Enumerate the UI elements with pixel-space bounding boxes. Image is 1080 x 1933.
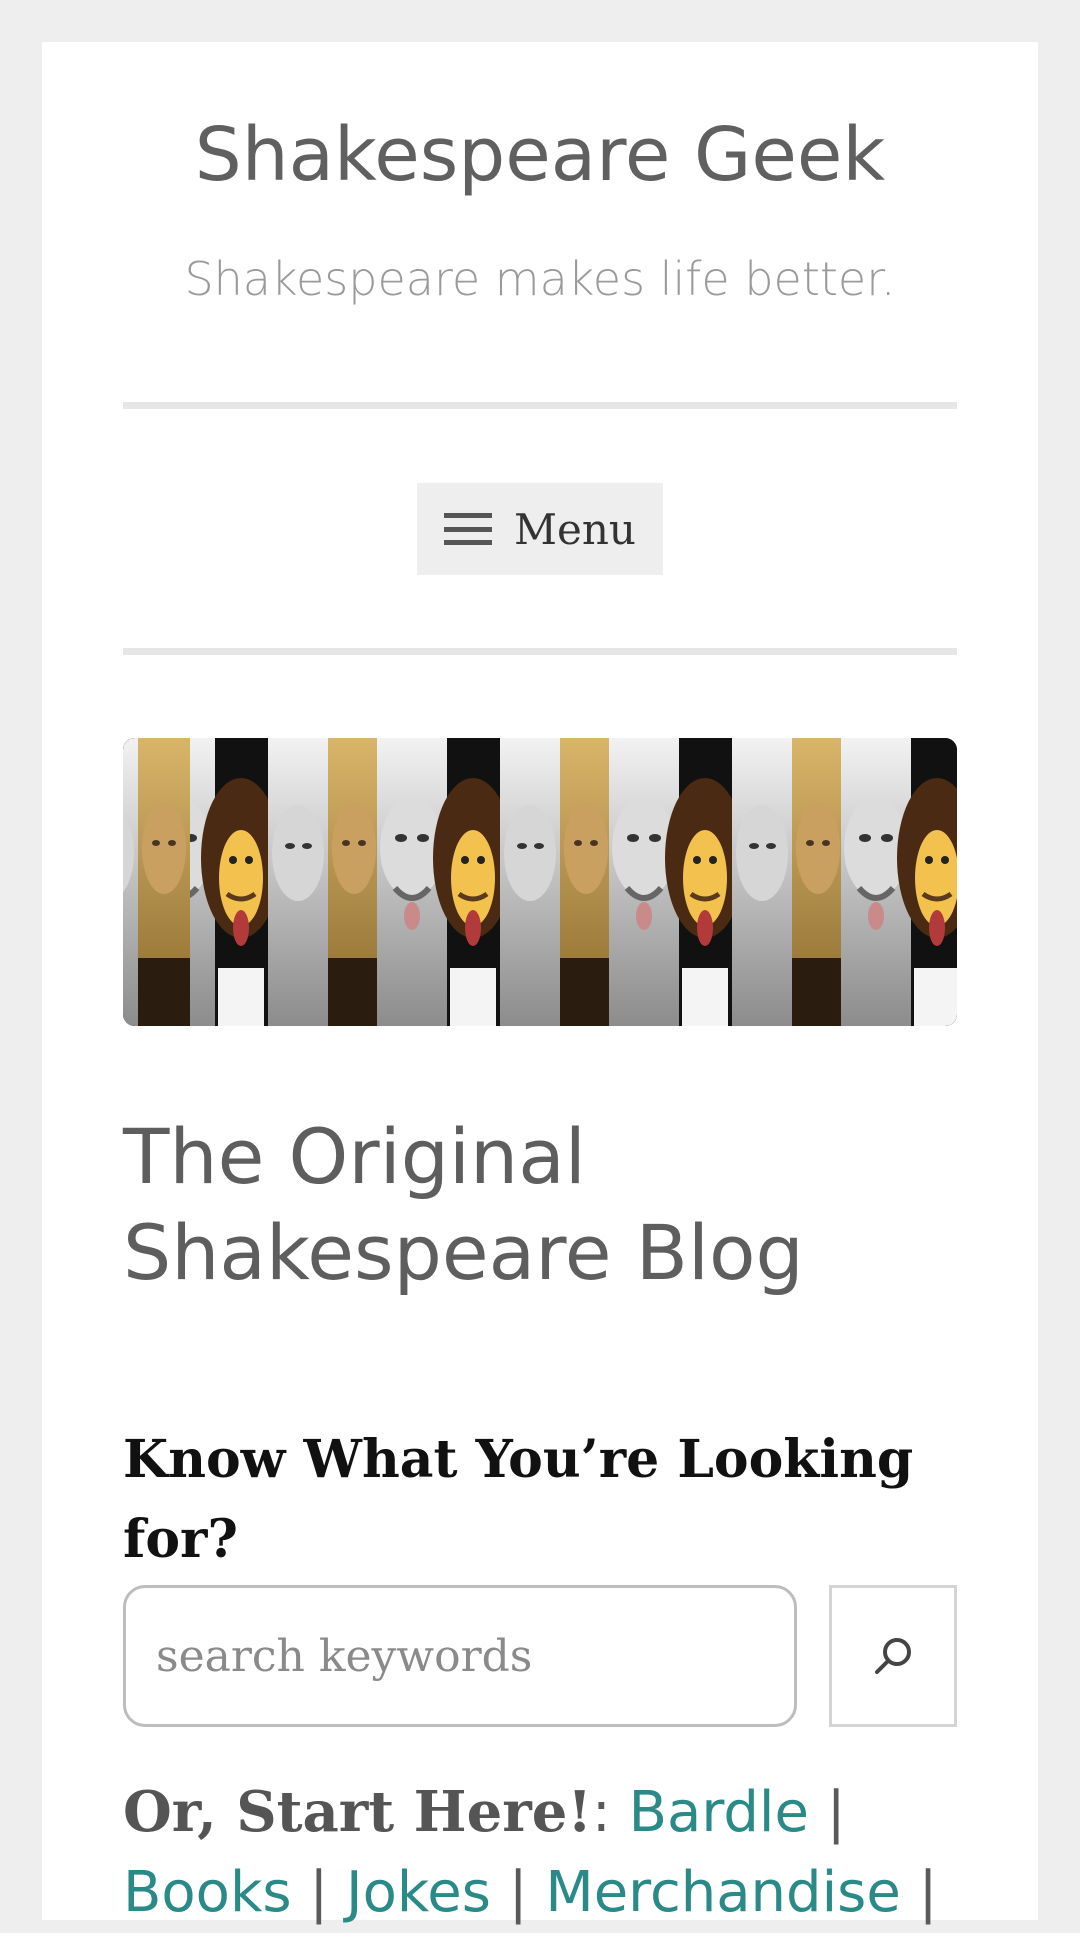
site-tagline: Shakespeare makes life better. (184, 252, 896, 306)
start-here-links: Or, Start Here!: Bardle | Books | Jokes … (123, 1772, 957, 1933)
link-books[interactable]: Books (123, 1860, 292, 1925)
link-jokes[interactable]: Jokes (346, 1860, 491, 1925)
link-separator: | (918, 1860, 938, 1925)
search-submit-button[interactable] (829, 1585, 957, 1727)
menu-toggle-button[interactable]: Menu (417, 483, 663, 575)
link-separator: | (309, 1860, 329, 1925)
link-separator: | (826, 1780, 846, 1845)
start-here-label: Or, Start Here! (123, 1779, 592, 1845)
link-separator: | (508, 1860, 528, 1925)
header-divider-bottom (123, 648, 957, 655)
link-merchandise[interactable]: Merchandise (545, 1860, 900, 1925)
search-input[interactable] (123, 1585, 797, 1727)
menu-label: Menu (514, 504, 636, 554)
link-bardle[interactable]: Bardle (629, 1780, 809, 1845)
search-icon (875, 1638, 911, 1674)
site-title[interactable]: Shakespeare Geek (123, 112, 957, 198)
header-banner-image (123, 738, 957, 1026)
post-title[interactable]: The Original Shakespeare Blog (123, 1109, 957, 1301)
start-here-colon: : (591, 1780, 611, 1845)
hamburger-icon (444, 513, 493, 545)
page-container: Shakespeare Geek Shakespeare makes life … (42, 42, 1038, 1925)
search-widget-title: Know What You’re Looking for? (123, 1429, 914, 1570)
header-divider-top (123, 402, 957, 409)
